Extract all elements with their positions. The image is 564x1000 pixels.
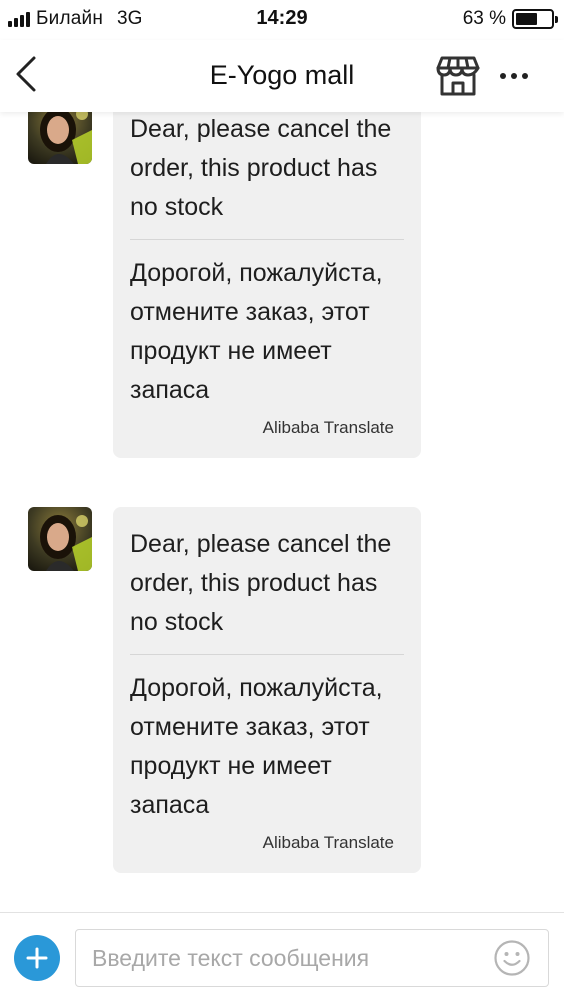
original-text: Dear, please cancel the order, this prod…	[130, 530, 392, 636]
smiley-icon	[494, 940, 530, 976]
original-text: Dear, please cancel the order, this prod…	[130, 115, 392, 221]
translation-source: Alibaba Translate	[262, 418, 394, 437]
battery-fill	[516, 13, 538, 25]
translated-text: Дорогой, пожалуйста, отмените заказ, это…	[130, 259, 383, 404]
more-horizontal-icon	[500, 73, 506, 79]
battery-icon	[512, 9, 558, 29]
status-right: 63 %	[462, 7, 558, 31]
emoji-button[interactable]	[493, 939, 531, 977]
more-button[interactable]	[494, 58, 534, 94]
input-bar	[0, 912, 564, 1000]
store-icon	[436, 56, 480, 96]
avatar[interactable]	[28, 112, 92, 164]
divider	[130, 654, 404, 655]
battery-percent: 63 %	[462, 8, 506, 29]
chat-area[interactable]: Dear, please cancel the order, this prod…	[0, 112, 564, 912]
message-input[interactable]	[75, 929, 549, 987]
avatar-photo-icon	[28, 112, 92, 164]
plus-icon	[26, 947, 48, 969]
store-button[interactable]	[434, 52, 482, 100]
avatar-photo-icon	[28, 507, 92, 571]
translated-text: Дорогой, пожалуйста, отмените заказ, это…	[130, 674, 383, 819]
status-bar: Билайн 3G 14:29 63 %	[0, 0, 564, 40]
nav-bar: E-Yogo mall	[0, 40, 564, 112]
avatar[interactable]	[28, 507, 92, 571]
divider	[130, 239, 404, 240]
message-bubble[interactable]: Dear, please cancel the order, this prod…	[113, 507, 421, 873]
add-button[interactable]	[14, 935, 60, 981]
message-bubble[interactable]: Dear, please cancel the order, this prod…	[113, 112, 421, 458]
translation-source: Alibaba Translate	[262, 833, 394, 852]
